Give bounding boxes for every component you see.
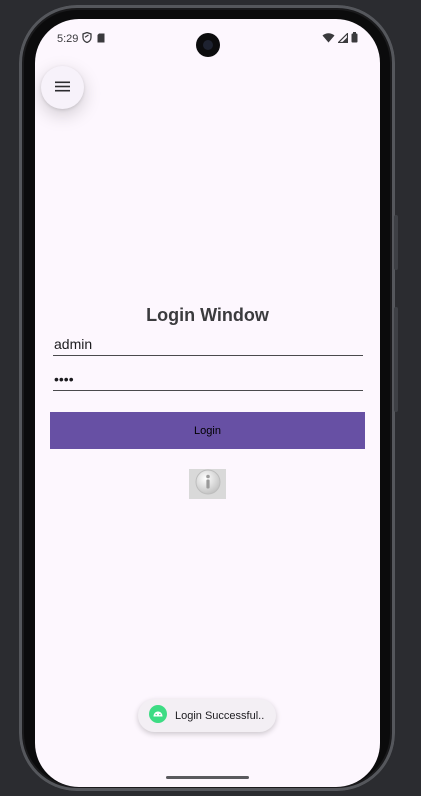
info-icon <box>195 469 221 500</box>
shield-icon <box>82 31 92 46</box>
username-field[interactable] <box>53 333 363 356</box>
login-button[interactable]: Login <box>50 412 365 449</box>
toast-notification: Login Successful.. <box>138 699 276 732</box>
menu-button[interactable] <box>41 66 84 109</box>
password-field[interactable] <box>53 368 363 391</box>
power-button <box>394 215 398 270</box>
toast-message: Login Successful.. <box>175 709 265 722</box>
android-icon <box>149 705 167 726</box>
wifi-icon <box>322 32 335 46</box>
battery-icon <box>351 32 358 46</box>
status-time: 5:29 <box>57 33 79 45</box>
login-title: Login Window <box>146 305 269 325</box>
hamburger-menu-icon <box>55 79 70 97</box>
volume-button <box>394 307 398 412</box>
sim-card-icon <box>97 33 106 46</box>
front-camera <box>196 33 220 57</box>
home-indicator[interactable] <box>166 776 249 779</box>
info-image <box>189 469 226 499</box>
signal-icon <box>337 31 349 46</box>
status-bar: 5:29 <box>35 19 380 59</box>
phone-screen: 5:29 Login Window admin Login Login Succ… <box>35 19 380 787</box>
